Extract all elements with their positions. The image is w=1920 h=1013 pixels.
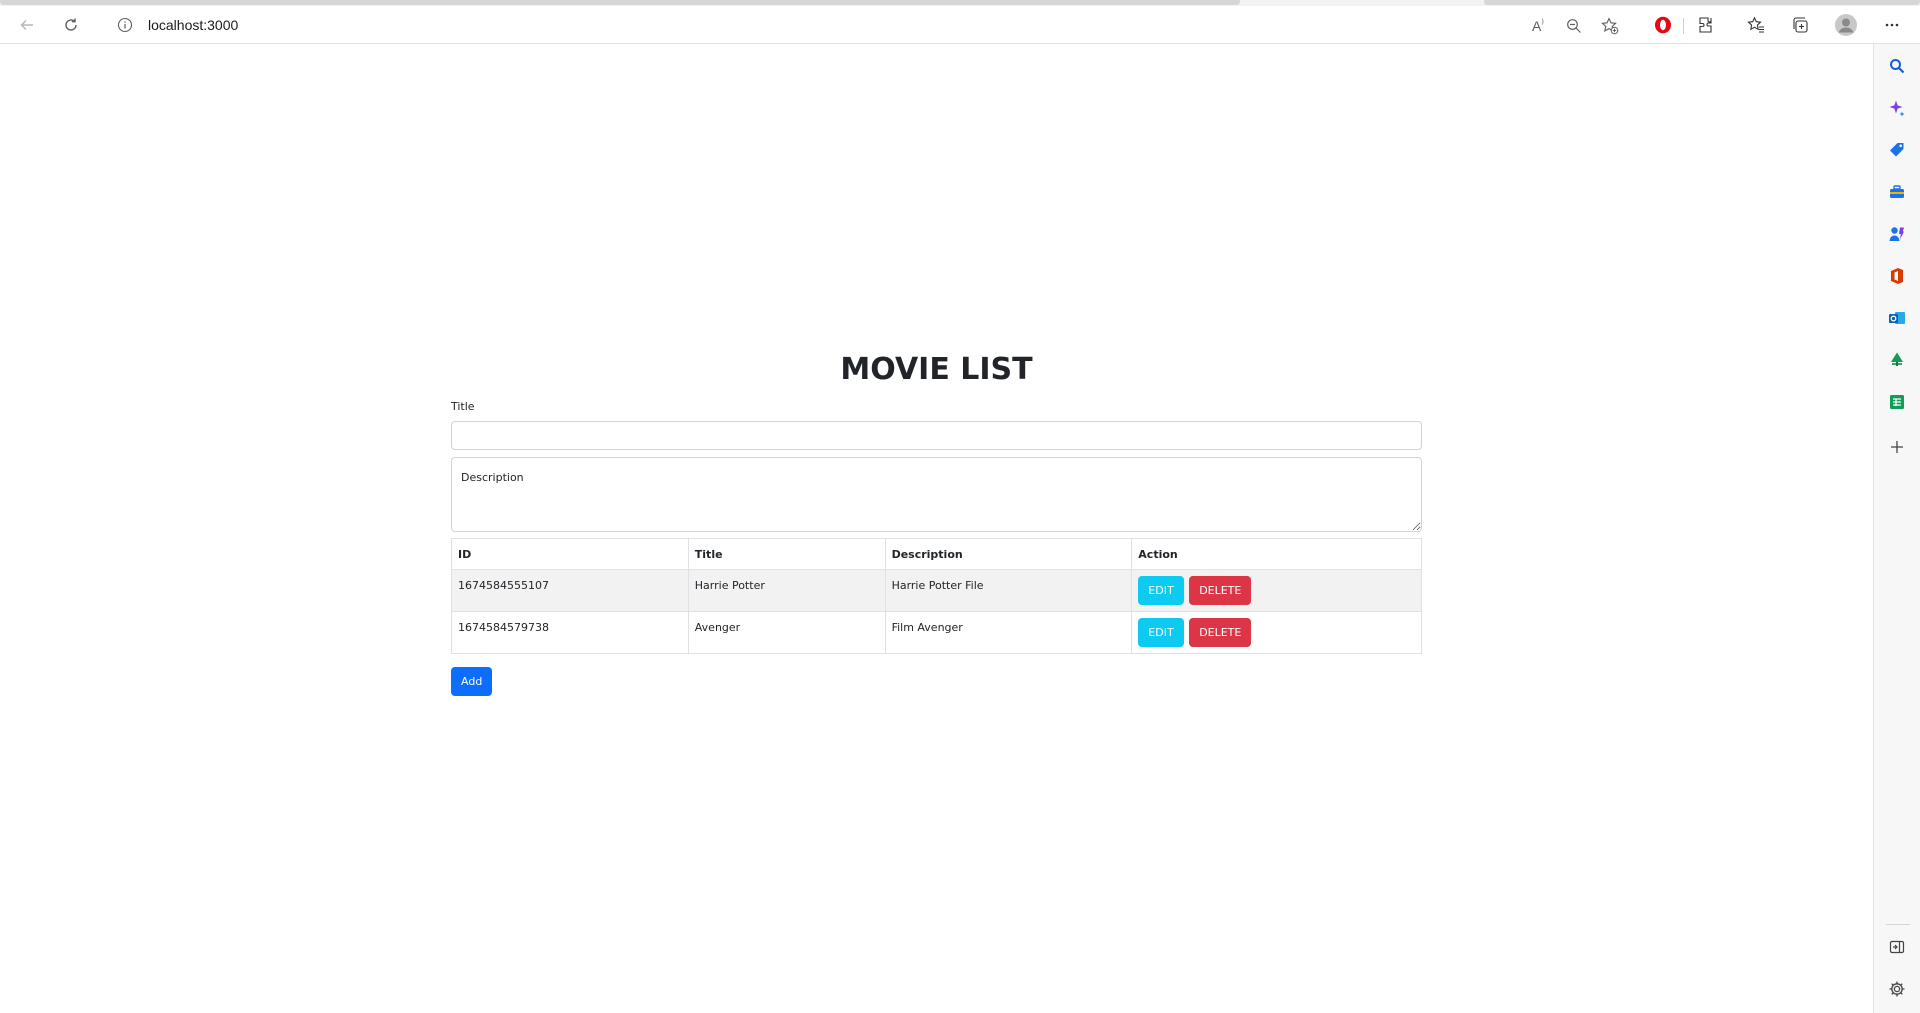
- header-description: Description: [884, 538, 1133, 570]
- add-button[interactable]: Add: [451, 667, 493, 696]
- edge-sidebar: [1873, 44, 1920, 1013]
- cell-id: 1674584555107: [451, 569, 689, 612]
- add-favorite-icon[interactable]: [1601, 17, 1619, 35]
- search-icon[interactable]: [1887, 56, 1907, 76]
- header-title: Title: [687, 538, 886, 570]
- back-arrow-icon[interactable]: [10, 9, 44, 41]
- more-icon[interactable]: [1880, 13, 1904, 37]
- delete-button[interactable]: DELETE: [1189, 576, 1252, 605]
- address-bar[interactable]: localhost:3000 A): [99, 8, 1633, 42]
- settings-icon[interactable]: [1887, 979, 1907, 999]
- page-content: MOVIE LIST Title ID Title Description Ac…: [0, 44, 1873, 1013]
- browser-toolbar: localhost:3000 A): [0, 6, 1920, 44]
- title-input[interactable]: [451, 421, 1422, 450]
- add-icon[interactable]: [1887, 437, 1907, 457]
- page-title: MOVIE LIST: [840, 352, 1033, 387]
- description-input[interactable]: [451, 457, 1422, 532]
- edit-button[interactable]: EDIT: [1138, 576, 1184, 605]
- movie-table: ID Title Description Action 167458455510…: [451, 538, 1422, 654]
- table-row: 1674584579738 Avenger Film Avenger EDIT …: [451, 611, 1422, 654]
- hide-sidebar-icon[interactable]: [1887, 937, 1907, 957]
- read-aloud-label: A: [1531, 18, 1542, 34]
- zoom-out-icon[interactable]: [1565, 17, 1583, 35]
- read-aloud-icon[interactable]: A): [1529, 17, 1547, 35]
- favorites-icon[interactable]: [1744, 13, 1768, 37]
- cell-title: Avenger: [687, 611, 886, 654]
- extensions-icon[interactable]: [1694, 13, 1718, 37]
- address-url[interactable]: localhost:3000: [148, 8, 238, 42]
- header-id: ID: [451, 538, 689, 570]
- cell-action: EDIT DELETE: [1131, 569, 1422, 612]
- cell-action: EDIT DELETE: [1131, 611, 1422, 654]
- cell-description: Film Avenger: [884, 611, 1133, 654]
- tree-icon[interactable]: [1887, 350, 1907, 370]
- header-action: Action: [1131, 538, 1422, 570]
- profile-icon[interactable]: [1834, 13, 1858, 37]
- toolbar-divider: [1683, 18, 1684, 34]
- title-label: Title: [451, 400, 475, 413]
- outlook-icon[interactable]: [1887, 308, 1907, 328]
- table-header-row: ID Title Description Action: [451, 538, 1422, 570]
- cell-id: 1674584579738: [451, 611, 689, 654]
- cell-description: Harrie Potter File: [884, 569, 1133, 612]
- collections-icon[interactable]: [1788, 13, 1812, 37]
- office-icon[interactable]: [1887, 266, 1907, 286]
- opera-icon[interactable]: [1651, 13, 1675, 37]
- tab-inactive-2[interactable]: [1484, 0, 1920, 5]
- tab-inactive[interactable]: [0, 0, 1240, 5]
- refresh-icon[interactable]: [54, 9, 88, 41]
- shopping-icon[interactable]: [1887, 140, 1907, 160]
- sidebar-divider: [1886, 924, 1910, 925]
- table-row: 1674584555107 Harrie Potter Harrie Potte…: [451, 569, 1422, 612]
- delete-button[interactable]: DELETE: [1189, 618, 1252, 647]
- sheets-icon[interactable]: [1887, 392, 1907, 412]
- copilot-icon[interactable]: [1887, 98, 1907, 118]
- tools-icon[interactable]: [1887, 182, 1907, 202]
- cell-title: Harrie Potter: [687, 569, 886, 612]
- games-icon[interactable]: [1887, 224, 1907, 244]
- info-icon[interactable]: [117, 17, 133, 33]
- edit-button[interactable]: EDIT: [1138, 618, 1184, 647]
